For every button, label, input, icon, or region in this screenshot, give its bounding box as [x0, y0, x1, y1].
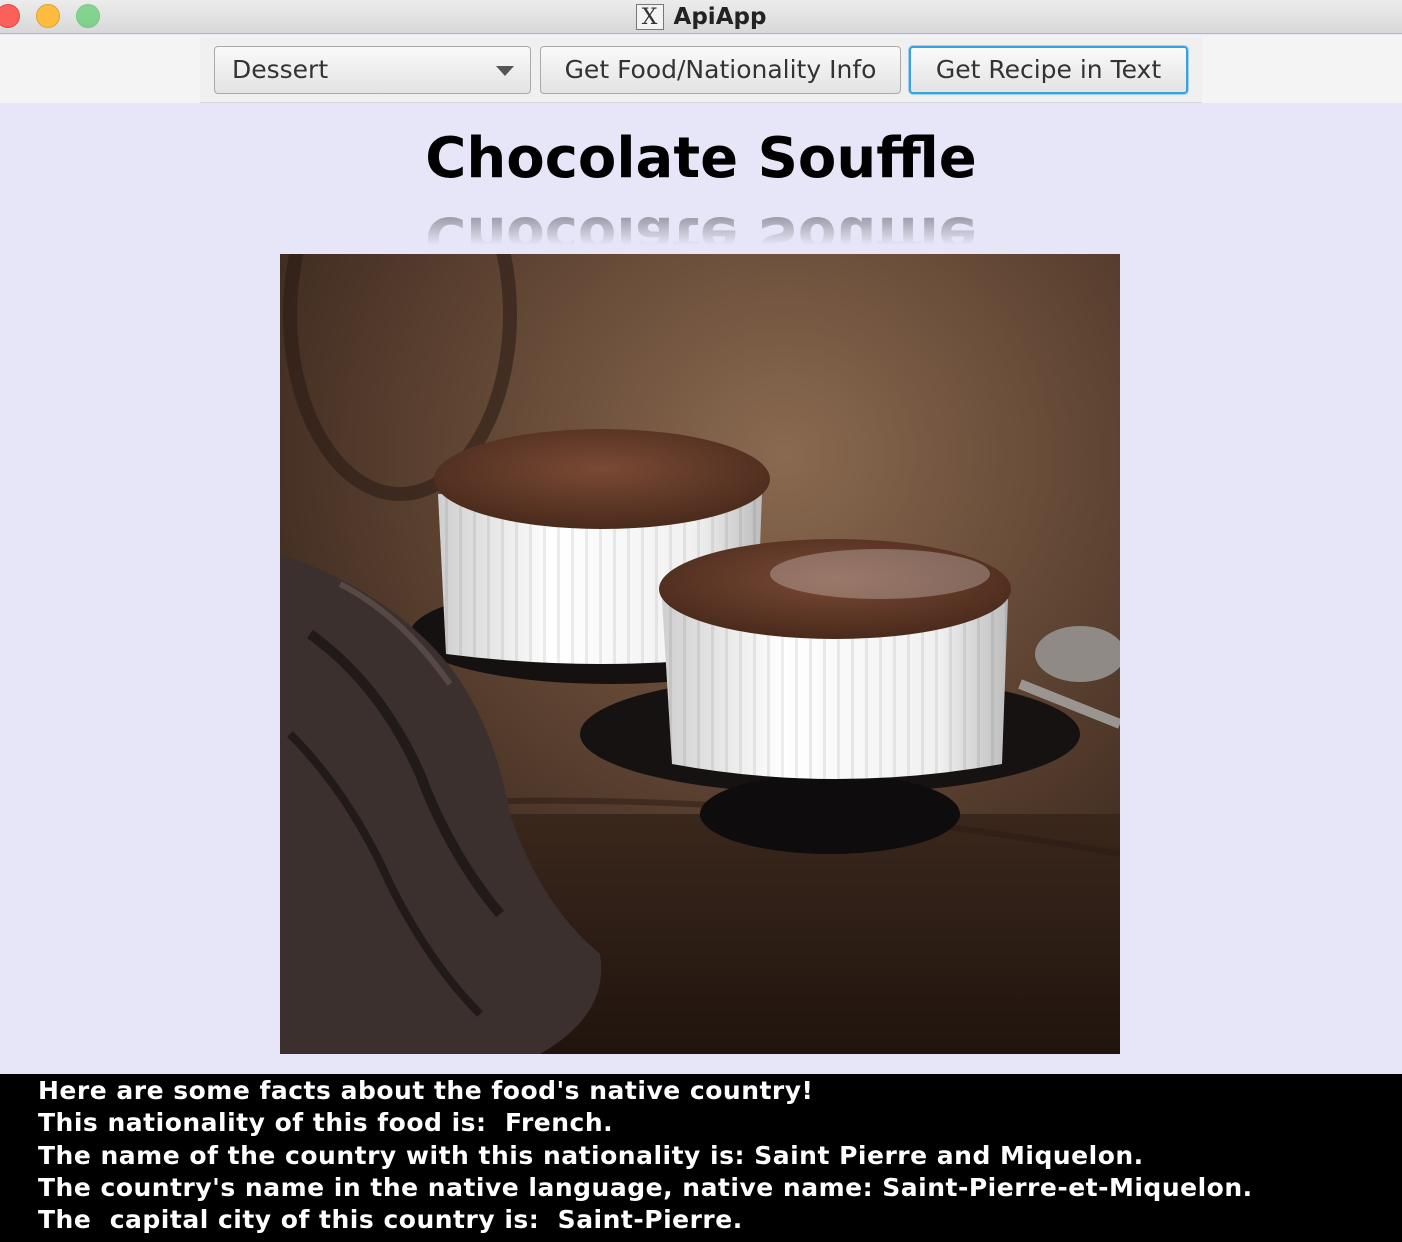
food-title: Chocolate Souffle — [425, 126, 977, 191]
fact-line-intro: Here are some facts about the food's nat… — [38, 1076, 814, 1105]
country-facts-panel: Here are some facts about the food's nat… — [0, 1074, 1402, 1242]
get-food-nationality-info-button[interactable]: Get Food/Nationality Info — [540, 46, 901, 94]
get-recipe-in-text-button[interactable]: Get Recipe in Text — [909, 46, 1188, 94]
window-titlebar: X ApiApp — [0, 0, 1402, 34]
category-dropdown-value: Dessert — [232, 55, 329, 84]
x11-app-icon: X — [635, 4, 664, 30]
category-dropdown[interactable]: Dessert — [214, 46, 531, 94]
fact-line-native-name: The country's name in the native languag… — [38, 1173, 1253, 1202]
fact-line-capital: The capital city of this country is: Sai… — [38, 1205, 743, 1234]
fact-line-country-name: The name of the country with this nation… — [38, 1141, 1144, 1170]
fact-line-nationality: This nationality of this food is: French… — [38, 1108, 614, 1137]
window-title: ApiApp — [673, 4, 767, 30]
chevron-down-icon — [496, 66, 514, 76]
food-title-reflection-text: Chocolate Souffle — [425, 204, 977, 245]
food-title-reflection: Chocolate Souffle — [0, 197, 1402, 245]
food-photo-illustration — [280, 254, 1120, 1054]
food-photo — [280, 254, 1120, 1054]
window-title-group: X ApiApp — [0, 0, 1402, 34]
